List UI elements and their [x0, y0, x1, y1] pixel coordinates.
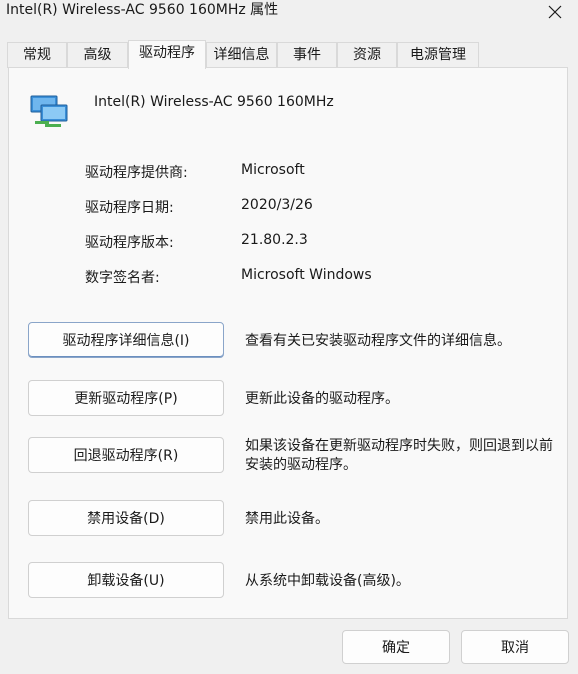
- ok-button[interactable]: 确定: [342, 630, 450, 664]
- title-bar: Intel(R) Wireless-AC 9560 160MHz 属性: [0, 0, 578, 24]
- disable-device-description: 禁用此设备。: [245, 511, 329, 527]
- tab-details[interactable]: 详细信息: [206, 42, 277, 68]
- driver-provider-label: 驱动程序提供商:: [85, 165, 188, 181]
- uninstall-device-description: 从系统中卸载设备(高级)。: [245, 573, 410, 589]
- uninstall-device-button[interactable]: 卸载设备(U): [28, 562, 224, 598]
- tab-advanced[interactable]: 高级: [67, 42, 128, 68]
- cancel-button[interactable]: 取消: [461, 630, 569, 664]
- digital-signer-value: Microsoft Windows: [241, 267, 372, 283]
- driver-version-label: 驱动程序版本:: [85, 235, 174, 251]
- close-button[interactable]: [532, 0, 578, 24]
- tab-events[interactable]: 事件: [277, 42, 337, 68]
- update-driver-description: 更新此设备的驱动程序。: [245, 391, 399, 407]
- roll-back-driver-button[interactable]: 回退驱动程序(R): [28, 437, 224, 473]
- network-adapter-icon: [30, 95, 68, 127]
- digital-signer-label: 数字签名者:: [85, 270, 160, 286]
- tab-driver[interactable]: 驱动程序: [128, 40, 206, 69]
- update-driver-button[interactable]: 更新驱动程序(P): [28, 380, 224, 416]
- driver-details-button[interactable]: 驱动程序详细信息(I): [28, 322, 224, 358]
- tab-resources[interactable]: 资源: [337, 42, 397, 68]
- driver-version-value: 21.80.2.3: [241, 232, 308, 248]
- disable-device-button[interactable]: 禁用设备(D): [28, 500, 224, 536]
- driver-date-value: 2020/3/26: [241, 197, 313, 213]
- driver-panel: Intel(R) Wireless-AC 9560 160MHz 驱动程序提供商…: [8, 67, 568, 619]
- roll-back-driver-description: 如果该设备在更新驱动程序时失败，则回退到以前安装的驱动程序。: [245, 438, 553, 473]
- window-title: Intel(R) Wireless-AC 9560 160MHz 属性: [6, 2, 279, 18]
- tab-general[interactable]: 常规: [7, 42, 67, 68]
- tab-power-management[interactable]: 电源管理: [397, 42, 479, 68]
- driver-details-description: 查看有关已安装驱动程序文件的详细信息。: [245, 333, 511, 349]
- device-name: Intel(R) Wireless-AC 9560 160MHz: [94, 94, 334, 110]
- driver-date-label: 驱动程序日期:: [85, 200, 174, 216]
- driver-provider-value: Microsoft: [241, 162, 305, 178]
- close-icon: [548, 5, 562, 19]
